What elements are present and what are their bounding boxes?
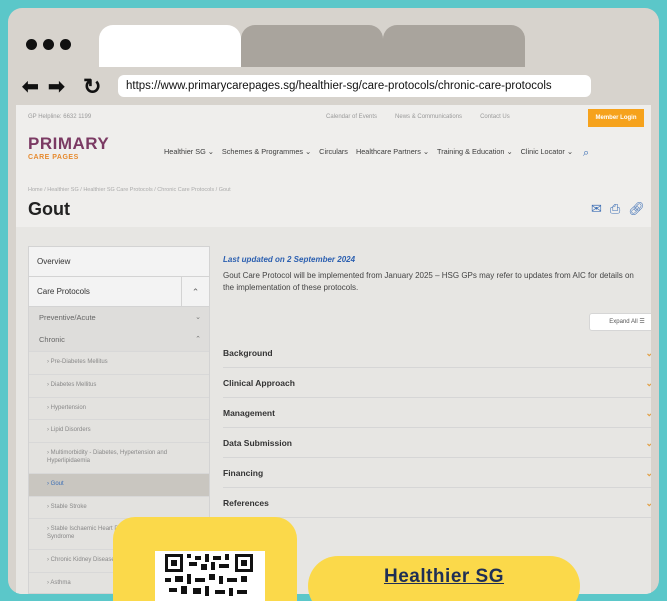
sidebar-item-chronic[interactable]: Chronic ⌃ [29, 329, 209, 351]
search-icon[interactable]: ⌕ [583, 147, 589, 160]
qr-code [155, 551, 265, 601]
site-logo[interactable]: PRIMARY CARE PAGES [28, 135, 109, 161]
sidebar-item[interactable]: › Lipid Disorders [29, 419, 209, 443]
qr-code-icon [165, 554, 253, 596]
mail-icon[interactable]: ✉ [591, 201, 602, 217]
sidebar-item-care-protocols[interactable]: Care Protocols ⌃ [29, 277, 209, 307]
utility-bar: GP Helpline: 6632 1199 Calendar of Event… [16, 105, 651, 129]
accordion-section[interactable]: Financing ⌄ [223, 458, 651, 488]
sidebar-item-label: Overview [37, 257, 71, 266]
sidebar-item-overview[interactable]: Overview [29, 247, 209, 277]
accordion-section[interactable]: Management ⌄ [223, 398, 651, 428]
browser-tab[interactable] [383, 25, 525, 67]
utility-link[interactable]: News & Communications [395, 114, 462, 120]
breadcrumb[interactable]: Home / Healthier SG / Healthier SG Care … [28, 187, 231, 193]
main-navigation: Healthier SG ⌄ Schemes & Programmes ⌄ Circ… [164, 147, 589, 160]
sidebar-item[interactable]: › Diabetes Mellitus [29, 373, 209, 397]
browser-tab[interactable] [241, 25, 383, 67]
nav-item[interactable]: Clinic Locator ⌄ [521, 147, 573, 160]
web-page: GP Helpline: 6632 1199 Calendar of Event… [16, 105, 651, 594]
window-dot[interactable] [26, 39, 37, 50]
logo-carepages-text: CARE PAGES [28, 154, 79, 161]
back-arrow-icon[interactable]: ⬅ [22, 77, 39, 97]
chevron-down-icon: ⌄ [645, 498, 651, 508]
chevron-down-icon: ⌄ [645, 378, 651, 388]
sidebar-item-label: Chronic [39, 335, 65, 344]
intro-text: Gout Care Protocol will be implemented f… [223, 271, 634, 292]
forward-arrow-icon[interactable]: ➡ [48, 77, 65, 97]
nav-item[interactable]: Circulars [319, 147, 348, 160]
chevron-up-icon: ⌃ [195, 336, 201, 343]
print-icon[interactable]: ⎙ [610, 201, 620, 217]
address-bar[interactable]: https://www.primarycarepages.sg/healthie… [118, 75, 591, 97]
link-icon[interactable]: 🔗︎ [628, 201, 645, 217]
page-title: Gout [28, 199, 70, 219]
accordion-label: Management [223, 408, 275, 418]
accordion-label: References [223, 498, 269, 508]
sidebar-item-label: Care Protocols [37, 287, 90, 296]
chevron-down-icon: ⌄ [645, 468, 651, 478]
browser-toolbar: ⬅ ➡ ↻ https://www.primarycarepages.sg/he… [8, 67, 659, 105]
utility-links: Calendar of Events News & Communications C… [326, 114, 510, 120]
expand-all-button[interactable]: Expand All ☰ [589, 313, 651, 331]
accordion-section[interactable]: Clinical Approach ⌄ [223, 368, 651, 398]
nav-item[interactable]: Healthier SG ⌄ [164, 147, 214, 160]
browser-tab-active[interactable] [99, 25, 241, 67]
chevron-down-icon: ⌄ [195, 314, 201, 321]
window-dot[interactable] [60, 39, 71, 50]
healthier-sg-link[interactable]: Healthier SG [308, 566, 580, 588]
sidebar-item[interactable]: › Pre-Diabetes Mellitus [29, 351, 209, 374]
sidebar-item[interactable]: › Hypertension [29, 396, 209, 420]
accordion-section[interactable]: Background ⌄ [223, 338, 651, 368]
healthier-sg-banner: Healthier SG [308, 556, 580, 601]
accordion-section[interactable]: References ⌄ [223, 488, 651, 518]
accordion-label: Financing [223, 468, 264, 478]
main-content: Last updated on 2 September 2024 Gout Ca… [223, 255, 651, 518]
utility-link[interactable]: Contact Us [480, 114, 510, 120]
accordion-section[interactable]: Data Submission ⌄ [223, 428, 651, 458]
nav-item[interactable]: Training & Education ⌄ [437, 147, 513, 160]
sidebar-item-preventive[interactable]: Preventive/Acute ⌄ [29, 307, 209, 329]
chevron-down-icon: ⌄ [645, 438, 651, 448]
accordion-label: Background [223, 348, 273, 358]
chevron-down-icon: ⌄ [645, 348, 651, 358]
window-controls [26, 39, 71, 50]
window-dot[interactable] [43, 39, 54, 50]
member-login-button[interactable]: Member Login [588, 109, 644, 127]
page-tools: ✉ ⎙ 🔗︎ [591, 201, 645, 217]
sidebar-item-label: Preventive/Acute [39, 313, 96, 322]
chevron-up-icon[interactable]: ⌃ [181, 277, 209, 306]
sidebar-item[interactable]: › Multimorbidity - Diabetes, Hypertensio… [29, 442, 209, 473]
utility-link[interactable]: Calendar of Events [326, 114, 377, 120]
nav-item[interactable]: Schemes & Programmes ⌄ [222, 147, 311, 160]
logo-primary-text: PRIMARY [28, 134, 110, 153]
chevron-down-icon: ⌄ [645, 408, 651, 418]
browser-window: ⬅ ➡ ↻ https://www.primarycarepages.sg/he… [8, 8, 659, 594]
accordion-label: Clinical Approach [223, 378, 295, 388]
accordion-label: Data Submission [223, 438, 292, 448]
reload-icon[interactable]: ↻ [83, 76, 101, 98]
nav-item[interactable]: Healthcare Partners ⌄ [356, 147, 429, 160]
last-updated: Last updated on 2 September 2024 [223, 255, 356, 264]
helpline-text: GP Helpline: 6632 1199 [28, 114, 92, 120]
sidebar-item[interactable]: › Gout [29, 472, 209, 496]
sidebar-item[interactable]: › Stable Stroke [29, 495, 209, 519]
